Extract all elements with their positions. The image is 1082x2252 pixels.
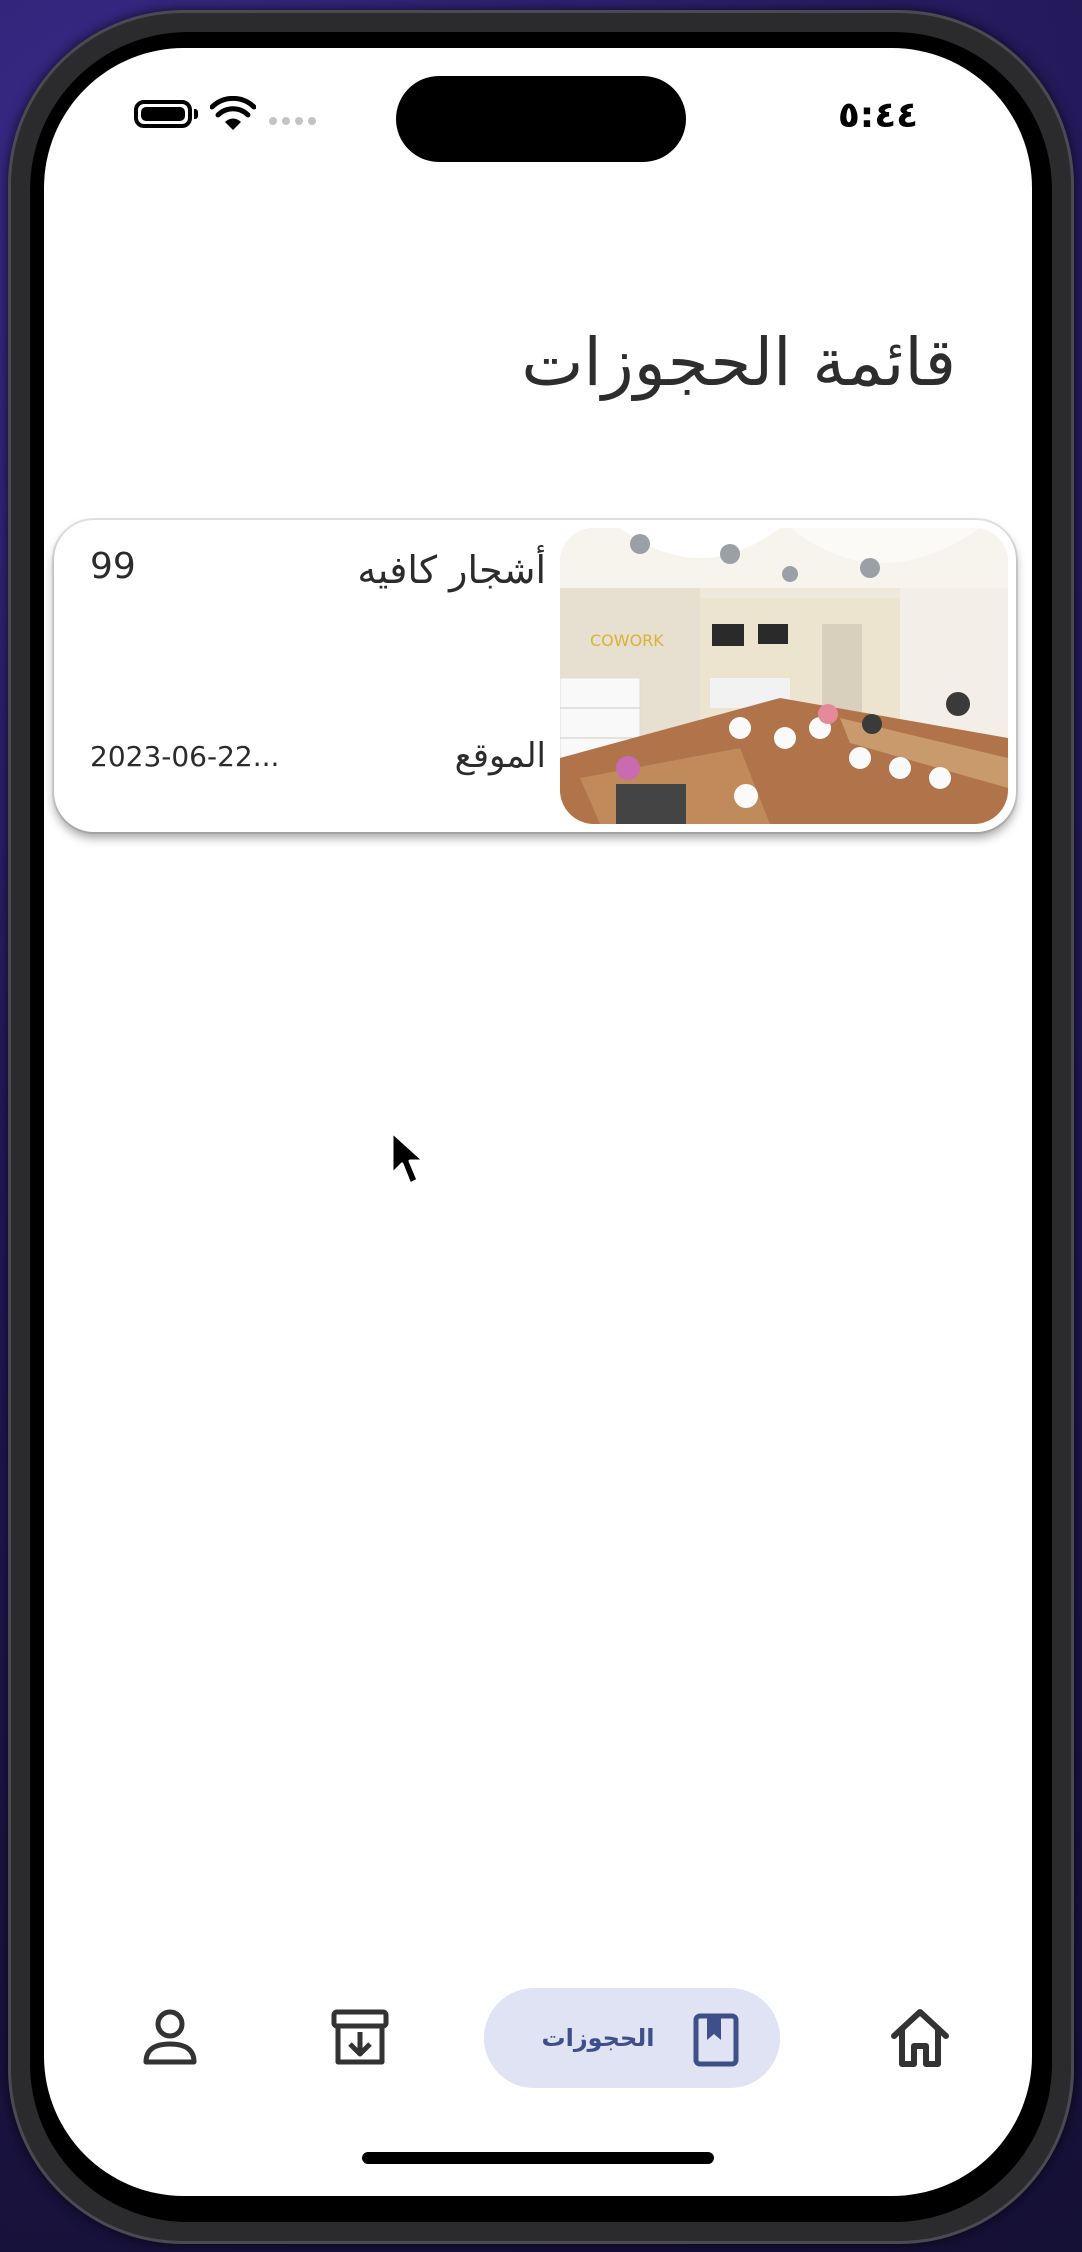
booking-date: 2023-06-22... <box>90 740 280 773</box>
nav-home[interactable] <box>880 1998 960 2078</box>
mouse-cursor-icon <box>390 1130 426 1186</box>
booking-venue-name: أشجار كافيه <box>357 548 546 592</box>
nav-archive[interactable] <box>328 1998 392 2078</box>
dynamic-island <box>396 76 686 162</box>
booking-location-label: الموقع <box>454 736 546 776</box>
signal-dots-icon <box>269 117 316 125</box>
svg-text:COWORK: COWORK <box>590 631 664 650</box>
battery-tip <box>194 109 198 119</box>
wifi-icon <box>210 96 256 130</box>
person-icon <box>143 2009 197 2065</box>
status-time: ٥:٤٤ <box>837 95 919 136</box>
home-indicator[interactable] <box>362 2152 714 2164</box>
home-icon <box>891 2009 949 2067</box>
page-title: قائمة الحجوزات <box>521 324 956 401</box>
archive-download-icon <box>331 2009 389 2065</box>
booking-card[interactable]: COWORK أشجار كافيه 99 الموقع 2023-06-22.… <box>54 520 1016 832</box>
nav-bookings-label: الحجوزات <box>541 2024 655 2052</box>
app-screen: ٥:٤٤ قائمة الحجوزات COWORK أشجار كافيه 9… <box>44 48 1032 2196</box>
nav-bookings-active[interactable]: الحجوزات <box>484 1988 780 2088</box>
venue-photo: COWORK <box>560 528 1008 824</box>
nav-profile[interactable] <box>138 1998 202 2078</box>
battery-icon <box>134 100 192 128</box>
cafe-interior-image: COWORK <box>560 528 1008 824</box>
bookmark-icon <box>693 2013 739 2067</box>
booking-price: 99 <box>90 546 136 587</box>
bottom-navigation: الحجوزات <box>44 1978 1032 2098</box>
